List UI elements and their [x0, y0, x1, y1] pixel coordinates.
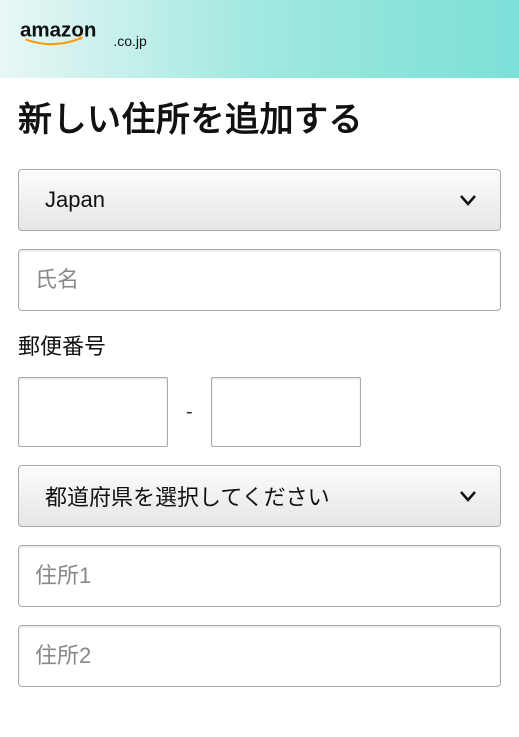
postal-input-2[interactable] [211, 377, 361, 447]
header: amazon .co.jp [0, 0, 519, 78]
amazon-logo[interactable]: amazon .co.jp [20, 18, 499, 49]
amazon-logo-icon: amazon [20, 18, 113, 46]
prefecture-select-value: 都道府県を選択してください [45, 480, 330, 512]
postal-label: 郵便番号 [18, 329, 501, 361]
chevron-down-icon [458, 190, 478, 210]
page-title: 新しい住所を追加する [18, 92, 501, 141]
postal-input-1[interactable] [18, 377, 168, 447]
main-content: 新しい住所を追加する Japan 郵便番号 - 都道府県を選択してください [0, 78, 519, 725]
country-select[interactable]: Japan [18, 169, 501, 231]
prefecture-select[interactable]: 都道府県を選択してください [18, 465, 501, 527]
postal-row: - [18, 377, 501, 447]
name-input[interactable] [18, 249, 501, 311]
svg-text:amazon: amazon [20, 19, 96, 42]
address2-input[interactable] [18, 625, 501, 687]
logo-suffix: .co.jp [113, 33, 146, 49]
address1-input[interactable] [18, 545, 501, 607]
chevron-down-icon [458, 486, 478, 506]
country-select-value: Japan [45, 187, 105, 213]
postal-separator: - [186, 401, 193, 424]
